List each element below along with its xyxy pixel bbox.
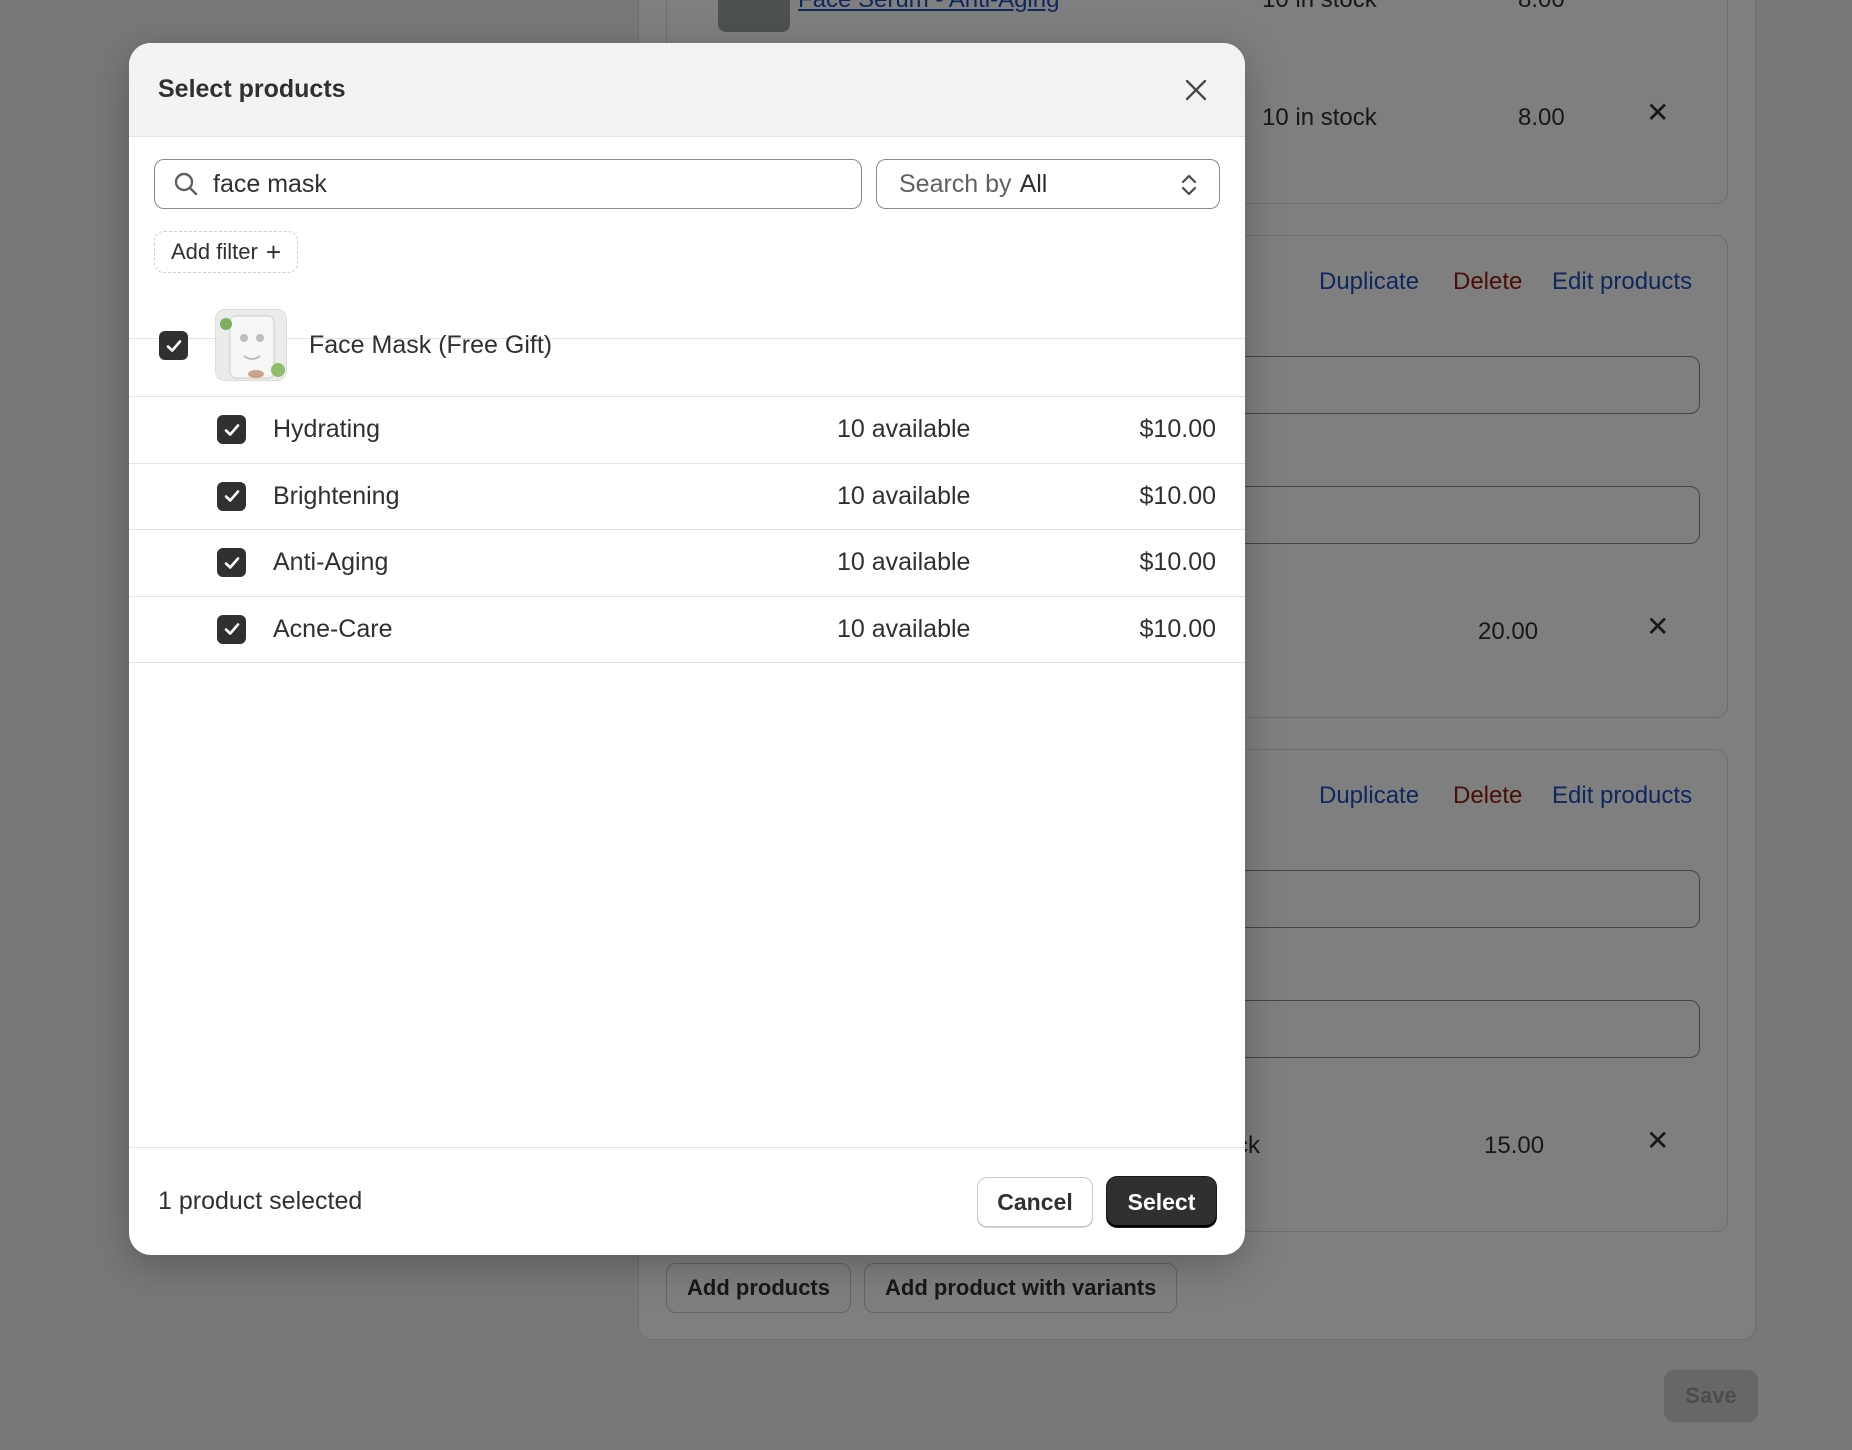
add-filter-button[interactable]: Add filter + [154,231,299,273]
variant-availability: 10 available [837,415,971,444]
modal-footer: 1 product selected Cancel Select [129,1147,1245,1255]
product-row[interactable]: Face Mask (Free Gift) [129,295,1245,397]
variant-name: Anti-Aging [273,548,389,577]
select-products-modal: Select products Search by All Add filter… [129,43,1245,1255]
close-button[interactable] [1176,70,1216,110]
checkmark-icon [224,423,239,436]
variant-price: $10.00 [1139,415,1216,444]
variant-row[interactable]: Brightening 10 available $10.00 [129,464,1245,530]
search-by-label: Search by [899,169,1012,198]
variant-checkbox[interactable] [217,614,246,644]
cancel-button[interactable]: Cancel [977,1177,1093,1227]
variant-name: Hydrating [273,415,380,444]
add-filter-label: Add filter [171,239,258,264]
checkmark-icon [224,623,239,636]
plus-icon: + [265,237,282,267]
variant-price: $10.00 [1139,548,1216,577]
variant-name: Acne-Care [273,614,393,643]
checkmark-icon [166,339,181,352]
variant-price: $10.00 [1139,481,1216,510]
search-input[interactable] [213,169,813,199]
product-list: Face Mask (Free Gift) Hydrating 10 avail… [129,295,1245,663]
variant-checkbox[interactable] [217,415,246,445]
variant-checkbox[interactable] [217,481,246,511]
modal-title: Select products [158,75,346,103]
product-image [215,309,287,381]
variant-availability: 10 available [837,614,971,643]
variant-checkbox[interactable] [217,548,246,578]
variant-row[interactable]: Acne-Care 10 available $10.00 [129,597,1245,663]
search-by-select[interactable]: Search by All [876,159,1220,209]
product-checkbox[interactable] [159,331,188,360]
variant-row[interactable]: Hydrating 10 available $10.00 [129,397,1245,464]
variant-row[interactable]: Anti-Aging 10 available $10.00 [129,530,1245,597]
checkmark-icon [224,556,239,569]
search-field[interactable] [154,159,862,209]
variant-availability: 10 available [837,481,971,510]
search-by-value: All [1019,169,1048,198]
close-icon [1185,79,1207,100]
variant-price: $10.00 [1139,614,1216,643]
select-chevron-icon [1181,174,1197,196]
selected-count: 1 product selected [158,1187,363,1215]
select-button[interactable]: Select [1107,1177,1216,1227]
product-name: Face Mask (Free Gift) [309,331,553,359]
variant-availability: 10 available [837,548,971,577]
search-icon [174,172,198,196]
variant-name: Brightening [273,481,400,510]
modal-header: Select products [129,43,1245,137]
checkmark-icon [224,490,239,503]
